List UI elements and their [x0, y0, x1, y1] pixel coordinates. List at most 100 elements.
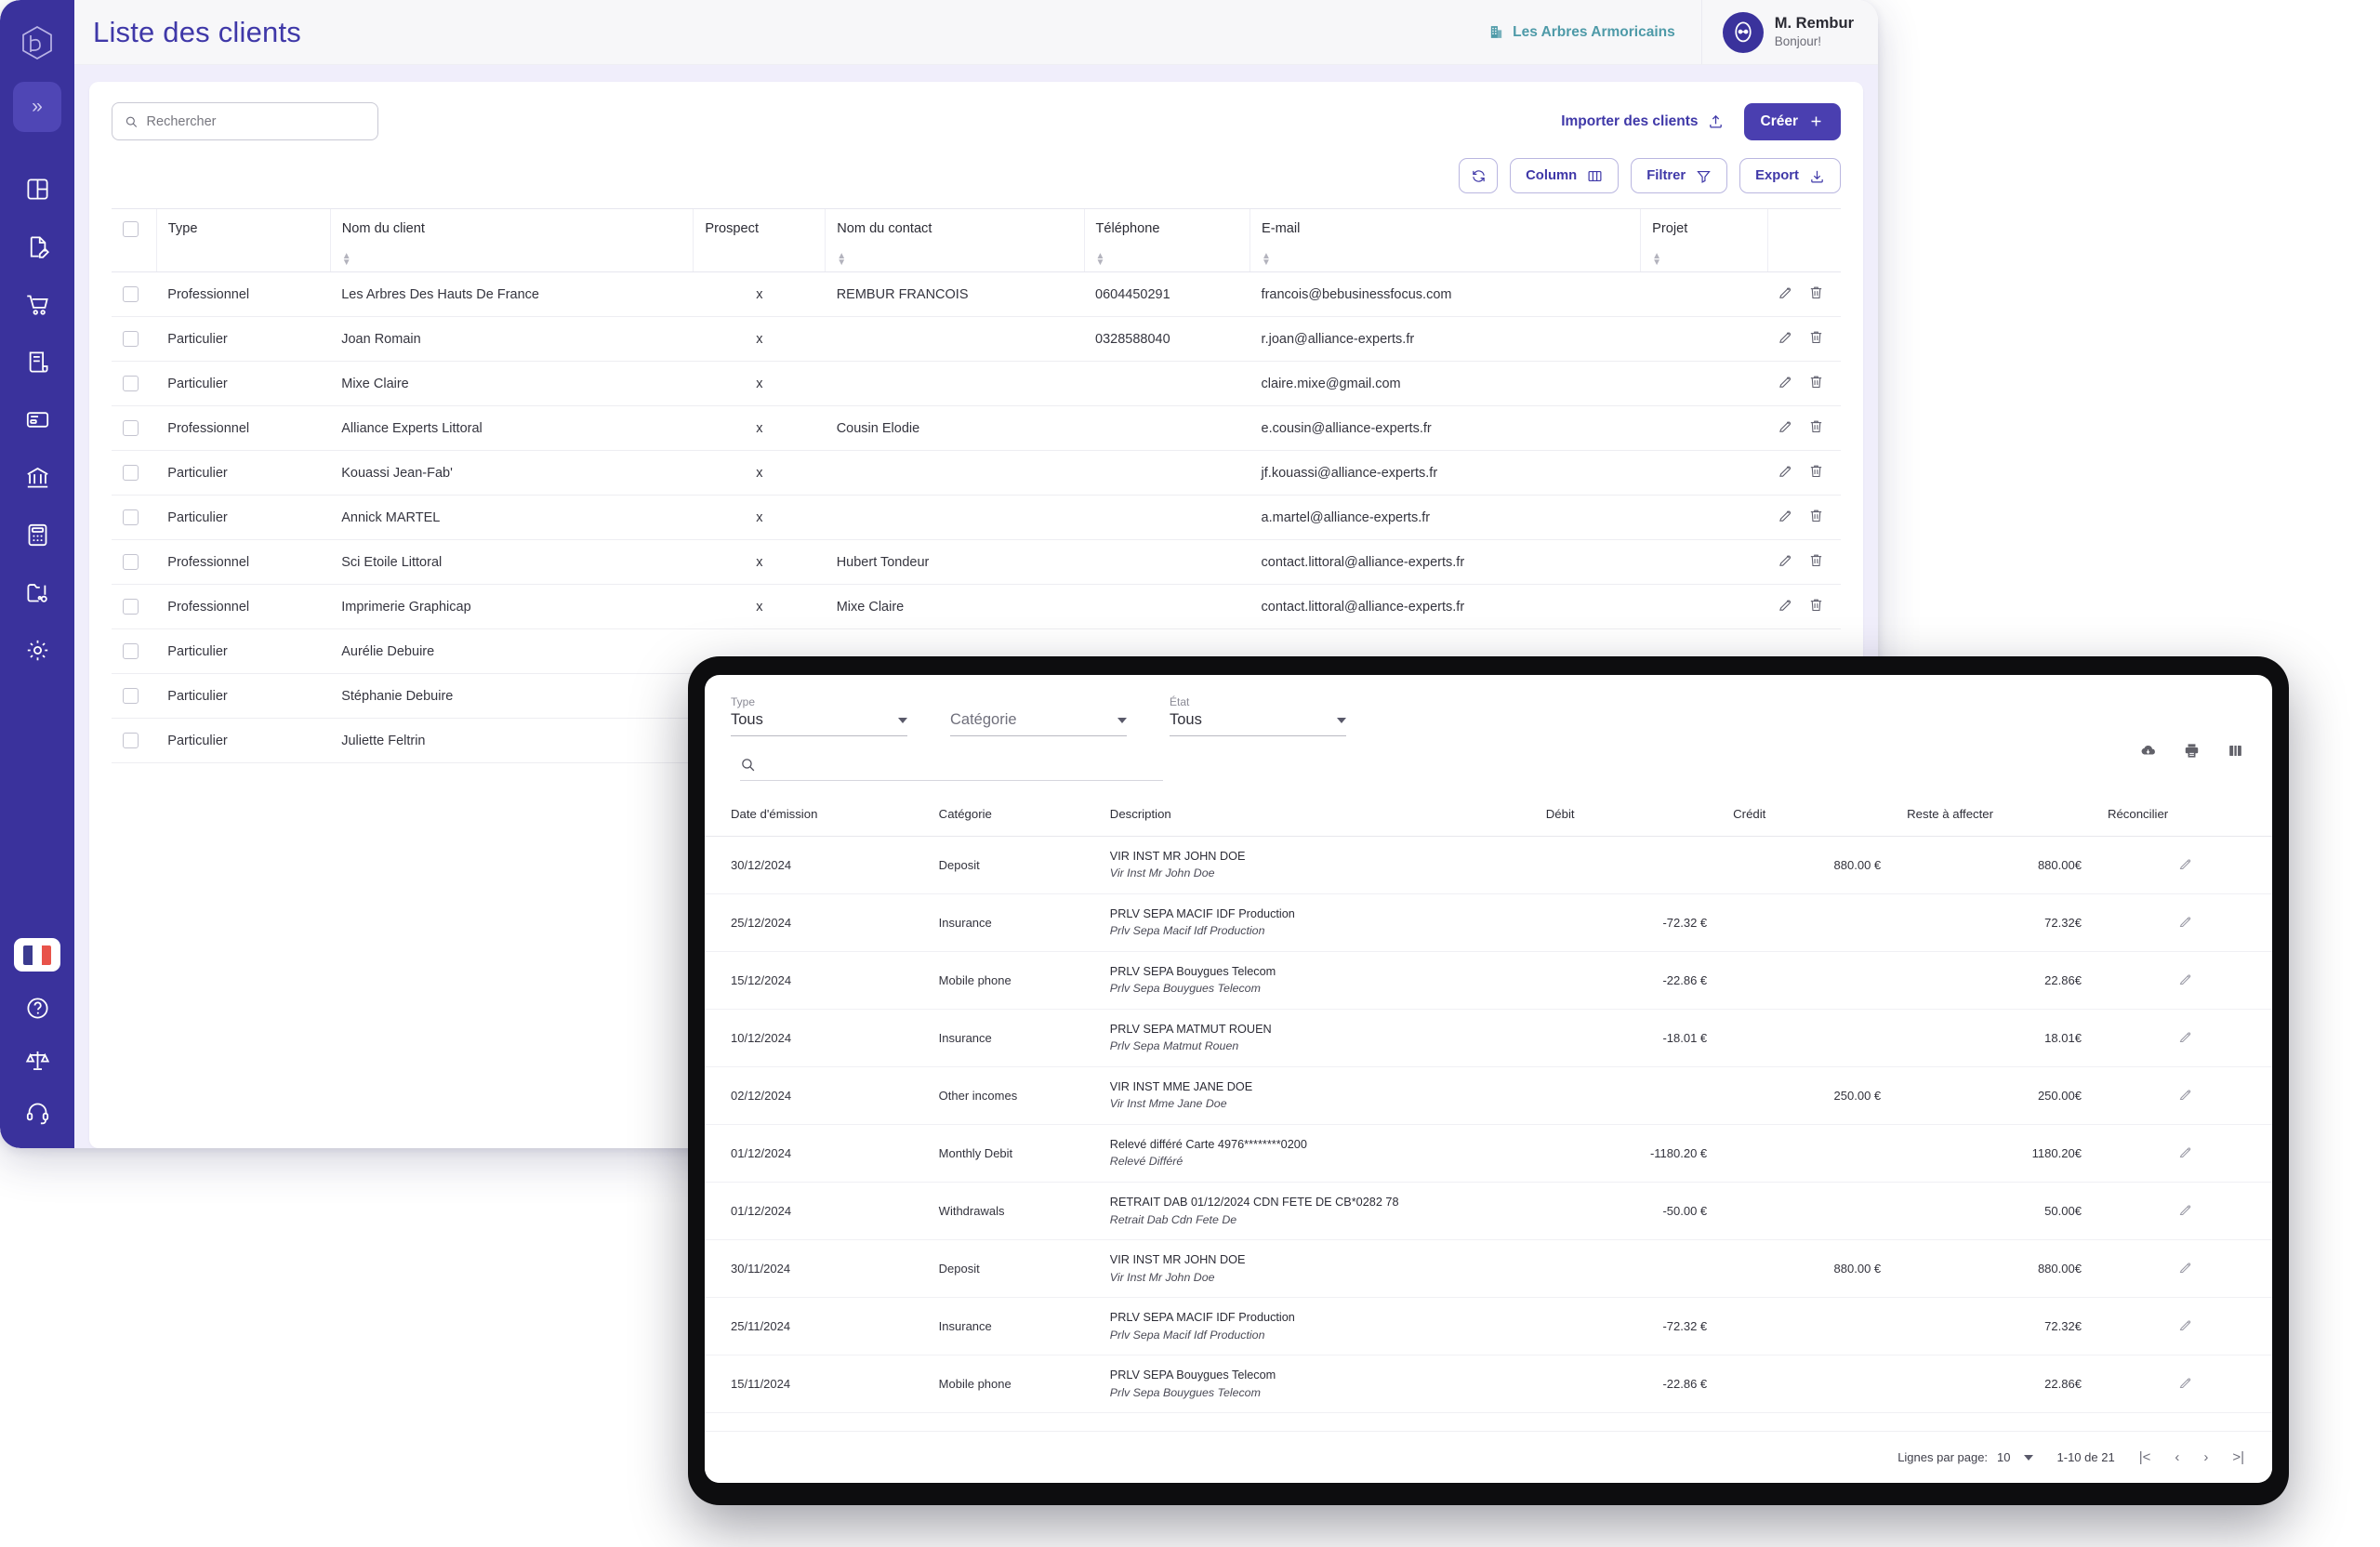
chevron-down-icon[interactable]: [2023, 1454, 2033, 1461]
bank-icon[interactable]: [21, 461, 53, 493]
filter-state[interactable]: État Tous: [1170, 695, 1346, 736]
table-row[interactable]: 02/12/2024 Other incomes VIR INST MME JANE…: [705, 1066, 2272, 1126]
filter-button[interactable]: Filtrer: [1631, 158, 1728, 193]
row-checkbox[interactable]: [123, 465, 139, 481]
col-client[interactable]: Nom du client ▲ ▼: [329, 208, 694, 272]
table-row[interactable]: 01/12/2024 Withdrawals RETRAIT DAB 01/12/2…: [705, 1182, 2272, 1241]
edit-row-button[interactable]: [1778, 284, 1793, 304]
table-row[interactable]: 30/11/2024 Deposit VIR INST MR JOHN DOE Vir…: [705, 1239, 2272, 1299]
column-button[interactable]: Column: [1510, 158, 1620, 193]
reconcile-button[interactable]: [2178, 1204, 2192, 1220]
reconcile-button[interactable]: [2178, 858, 2192, 874]
chevron-down-icon[interactable]: [898, 717, 907, 723]
gear-icon[interactable]: [21, 634, 53, 666]
reconcile-button[interactable]: [2178, 1263, 2192, 1277]
sort-icon[interactable]: ▲ ▼: [1096, 252, 1239, 271]
table-row[interactable]: 10/12/2024 Insurance PRLV SEPA MATMUT ROUE…: [705, 1009, 2272, 1068]
reconcile-button[interactable]: [2178, 973, 2192, 989]
delete-row-button[interactable]: [1808, 418, 1824, 438]
sort-icon[interactable]: ▲ ▼: [342, 252, 682, 271]
filter-type[interactable]: Type Tous: [731, 695, 907, 736]
table-row[interactable]: Particulier Mixe Claire x claire.mixe@gmail…: [112, 361, 1841, 406]
row-checkbox[interactable]: [123, 331, 139, 347]
reconcile-button[interactable]: [2178, 1378, 2192, 1393]
col-debit[interactable]: Débit: [1536, 800, 1725, 837]
flag-fr-icon[interactable]: [14, 938, 60, 972]
sidebar-collapse-toggle[interactable]: »: [13, 82, 61, 132]
delete-row-button[interactable]: [1808, 374, 1824, 393]
reconcile-button[interactable]: [2178, 1146, 2192, 1162]
row-checkbox[interactable]: [123, 599, 139, 615]
reconcile-button[interactable]: [2178, 1320, 2192, 1335]
col-reconcile[interactable]: Réconcilier: [2097, 800, 2272, 837]
calculator-icon[interactable]: [21, 519, 53, 550]
rows-per-page[interactable]: Lignes par page: 10: [1897, 1450, 2033, 1464]
edit-row-button[interactable]: [1778, 329, 1793, 349]
table-row[interactable]: Particulier Joan Romain x 0328588040 r.joan@…: [112, 316, 1841, 362]
first-page-button[interactable]: |<: [2139, 1449, 2151, 1465]
delete-row-button[interactable]: [1808, 508, 1824, 527]
col-projet[interactable]: Projet ▲ ▼: [1640, 208, 1768, 272]
edit-row-button[interactable]: [1778, 508, 1793, 527]
export-button[interactable]: Export: [1739, 158, 1841, 193]
delete-row-button[interactable]: [1808, 463, 1824, 483]
reconcile-button[interactable]: [2178, 916, 2192, 932]
help-circle-icon[interactable]: [21, 992, 53, 1024]
select-all-checkbox[interactable]: [123, 221, 139, 237]
table-row[interactable]: 15/12/2024 Mobile phone PRLV SEPA Bouygues…: [705, 951, 2272, 1011]
table-row[interactable]: 30/12/2024 Deposit VIR INST MR JOHN DOE Vir…: [705, 836, 2272, 895]
row-checkbox[interactable]: [123, 554, 139, 570]
reconcile-button[interactable]: [2178, 1089, 2192, 1104]
row-checkbox[interactable]: [123, 733, 139, 748]
col-contact[interactable]: Nom du contact ▲ ▼: [825, 208, 1085, 272]
transactions-search-input[interactable]: [740, 757, 1163, 781]
delete-row-button[interactable]: [1808, 552, 1824, 572]
table-row[interactable]: Professionnel Sci Etoile Littoral x Hubert …: [112, 539, 1841, 585]
table-row[interactable]: Professionnel Imprimerie Graphicap x Mixe C…: [112, 584, 1841, 629]
table-row[interactable]: 01/12/2024 Monthly Debit Relevé différé Ca…: [705, 1124, 2272, 1183]
table-row[interactable]: 25/11/2024 Insurance PRLV SEPA MACIF IDF P…: [705, 1297, 2272, 1356]
edit-row-button[interactable]: [1778, 418, 1793, 438]
search-input[interactable]: [112, 102, 378, 140]
col-date[interactable]: Date d'émission: [705, 800, 930, 837]
next-page-button[interactable]: ›: [2203, 1449, 2208, 1465]
headset-support-icon[interactable]: [21, 1096, 53, 1128]
credit-card-icon[interactable]: [21, 403, 53, 435]
sort-icon[interactable]: ▲ ▼: [1652, 252, 1756, 271]
filter-category[interactable]: Catégorie: [950, 695, 1127, 736]
col-type[interactable]: Type: [155, 208, 331, 272]
edit-row-button[interactable]: [1778, 463, 1793, 483]
edit-row-button[interactable]: [1778, 552, 1793, 572]
row-checkbox[interactable]: [123, 643, 139, 659]
row-checkbox[interactable]: [123, 286, 139, 302]
delete-row-button[interactable]: [1808, 329, 1824, 349]
table-row[interactable]: 15/11/2024 Mobile phone PRLV SEPA Bouygues…: [705, 1355, 2272, 1414]
delete-row-button[interactable]: [1808, 284, 1824, 304]
row-checkbox[interactable]: [123, 688, 139, 704]
document-edit-icon[interactable]: [21, 231, 53, 262]
shopping-cart-icon[interactable]: [21, 288, 53, 320]
dashboard-icon[interactable]: [21, 173, 53, 205]
row-checkbox[interactable]: [123, 509, 139, 525]
refresh-button[interactable]: [1459, 158, 1499, 193]
chevron-down-icon[interactable]: [1117, 717, 1127, 723]
edit-row-button[interactable]: [1778, 597, 1793, 616]
receipt-icon[interactable]: [21, 346, 53, 377]
col-phone[interactable]: Téléphone ▲ ▼: [1083, 208, 1250, 272]
user-menu[interactable]: M. Rembur Bonjour!: [1700, 0, 1878, 64]
table-row[interactable]: 25/12/2024 Insurance PRLV SEPA MACIF IDF P…: [705, 893, 2272, 953]
col-description[interactable]: Description: [1100, 800, 1537, 837]
row-checkbox[interactable]: [123, 420, 139, 436]
sort-icon[interactable]: ▲ ▼: [1262, 252, 1629, 271]
create-button[interactable]: Créer: [1743, 102, 1841, 140]
import-clients-button[interactable]: Importer des clients: [1561, 113, 1723, 130]
edit-row-button[interactable]: [1778, 374, 1793, 393]
col-reste[interactable]: Reste à affecter: [1897, 800, 2098, 837]
sort-icon[interactable]: ▲ ▼: [837, 252, 1072, 271]
row-checkbox[interactable]: [123, 376, 139, 391]
table-row[interactable]: Particulier Annick MARTEL x a.martel@allian…: [112, 495, 1841, 540]
prev-page-button[interactable]: ‹: [2175, 1449, 2179, 1465]
last-page-button[interactable]: >|: [2232, 1449, 2244, 1465]
col-prospect[interactable]: Prospect: [693, 208, 826, 272]
col-credit[interactable]: Crédit: [1724, 800, 1898, 837]
